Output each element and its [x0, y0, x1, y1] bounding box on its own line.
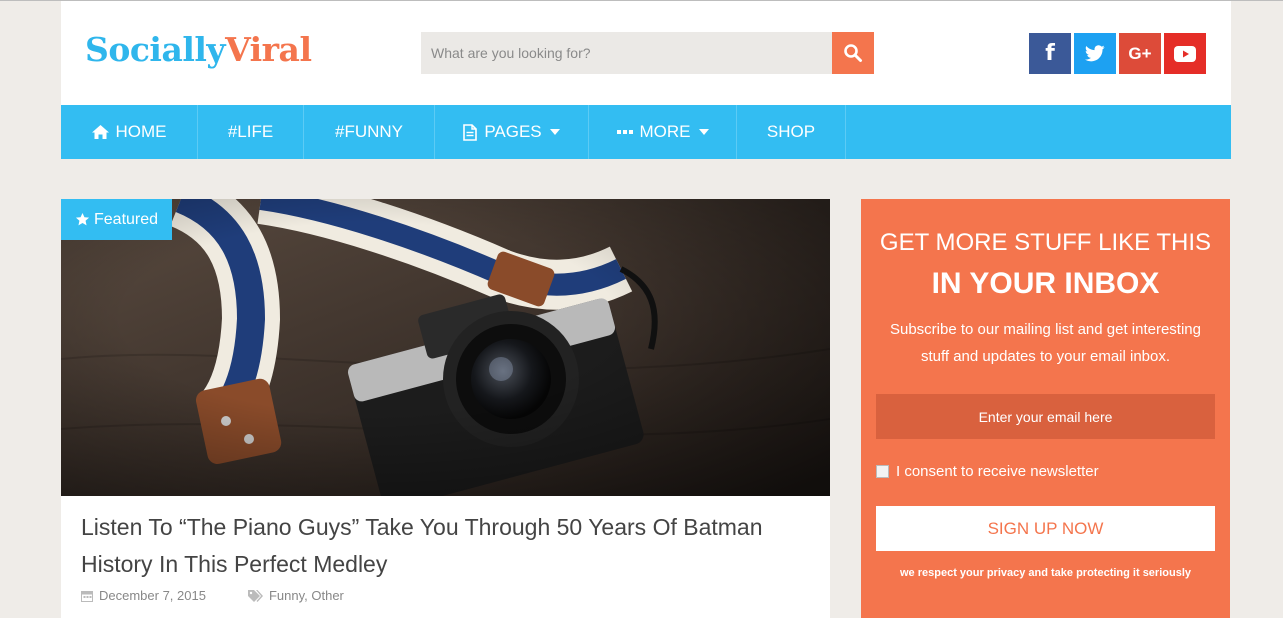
nav-item-funny[interactable]: #FUNNY	[304, 105, 435, 159]
email-field[interactable]	[876, 394, 1215, 439]
nav-label-life: #LIFE	[227, 122, 274, 141]
chevron-down-icon	[549, 129, 560, 135]
featured-post: Featured Listen To “The Piano Guys” Take…	[61, 199, 830, 618]
consent-label[interactable]: I consent to receive newsletter	[896, 463, 1099, 480]
tags-icon	[247, 589, 263, 602]
logo-part-socially: Socially	[85, 30, 226, 69]
nav-label-home: HOME	[115, 122, 167, 141]
youtube-icon	[1174, 45, 1196, 62]
nav-item-home[interactable]: HOME	[61, 105, 198, 159]
calendar-icon	[81, 590, 93, 602]
site-logo[interactable]: SociallyViral	[85, 25, 312, 77]
post-date: December 7, 2015	[81, 588, 206, 603]
search-button[interactable]	[832, 32, 874, 74]
search-form	[421, 32, 874, 74]
facebook-icon: f	[1045, 41, 1055, 66]
search-input[interactable]	[421, 32, 832, 74]
star-icon	[75, 212, 90, 226]
newsletter-heading: GET MORE STUFF LIKE THIS	[879, 229, 1212, 256]
nav-item-shop[interactable]: SHOP	[737, 105, 846, 159]
category-link-other[interactable]: Other	[311, 588, 344, 603]
consent-checkbox[interactable]	[876, 465, 889, 478]
nav-item-life[interactable]: #LIFE	[198, 105, 304, 159]
nav-label-funny: #FUNNY	[334, 122, 403, 141]
consent-row: I consent to receive newsletter	[876, 463, 1099, 480]
privacy-note: we respect your privacy and take protect…	[900, 567, 1191, 579]
newsletter-subheading: IN YOUR INBOX	[931, 267, 1160, 300]
nav-label-more: MORE	[639, 122, 691, 141]
twitter-icon	[1085, 45, 1105, 62]
featured-badge-label: Featured	[94, 210, 159, 228]
search-icon	[844, 44, 862, 62]
main-nav: HOME #LIFE #FUNNY PAGES MORE SHOP	[61, 105, 1231, 159]
page-icon	[463, 123, 478, 141]
newsletter-description: Subscribe to our mailing list and get in…	[889, 321, 1201, 365]
newsletter-widget: GET MORE STUFF LIKE THIS IN YOUR INBOX S…	[861, 199, 1230, 618]
logo-part-viral: Viral	[225, 30, 312, 69]
nav-item-pages[interactable]: PAGES	[435, 105, 589, 159]
chevron-down-icon	[698, 129, 709, 135]
nav-item-more[interactable]: MORE	[589, 105, 737, 159]
youtube-button[interactable]	[1164, 33, 1206, 74]
camera-photo	[61, 199, 830, 496]
site-header: SociallyViral f G+	[61, 1, 1231, 105]
post-date-text: December 7, 2015	[99, 588, 206, 603]
sign-up-button[interactable]: SIGN UP NOW	[876, 506, 1215, 551]
nav-label-shop: SHOP	[766, 122, 816, 141]
social-links: f G+	[1029, 33, 1206, 74]
nav-label-pages: PAGES	[484, 122, 542, 141]
google-plus-icon: G+	[1128, 43, 1152, 63]
google-plus-button[interactable]: G+	[1119, 33, 1161, 74]
post-categories: Funny, Other	[247, 588, 344, 603]
category-link-funny[interactable]: Funny	[269, 588, 304, 603]
post-title[interactable]: Listen To “The Piano Guys” Take You Thro…	[81, 509, 811, 583]
facebook-button[interactable]: f	[1029, 33, 1071, 74]
home-icon	[91, 125, 109, 139]
featured-badge: Featured	[61, 199, 172, 240]
featured-image[interactable]: Featured	[61, 199, 830, 496]
twitter-button[interactable]	[1074, 33, 1116, 74]
post-meta: December 7, 2015 Funny, Other	[81, 588, 344, 603]
ellipsis-icon	[616, 130, 633, 134]
